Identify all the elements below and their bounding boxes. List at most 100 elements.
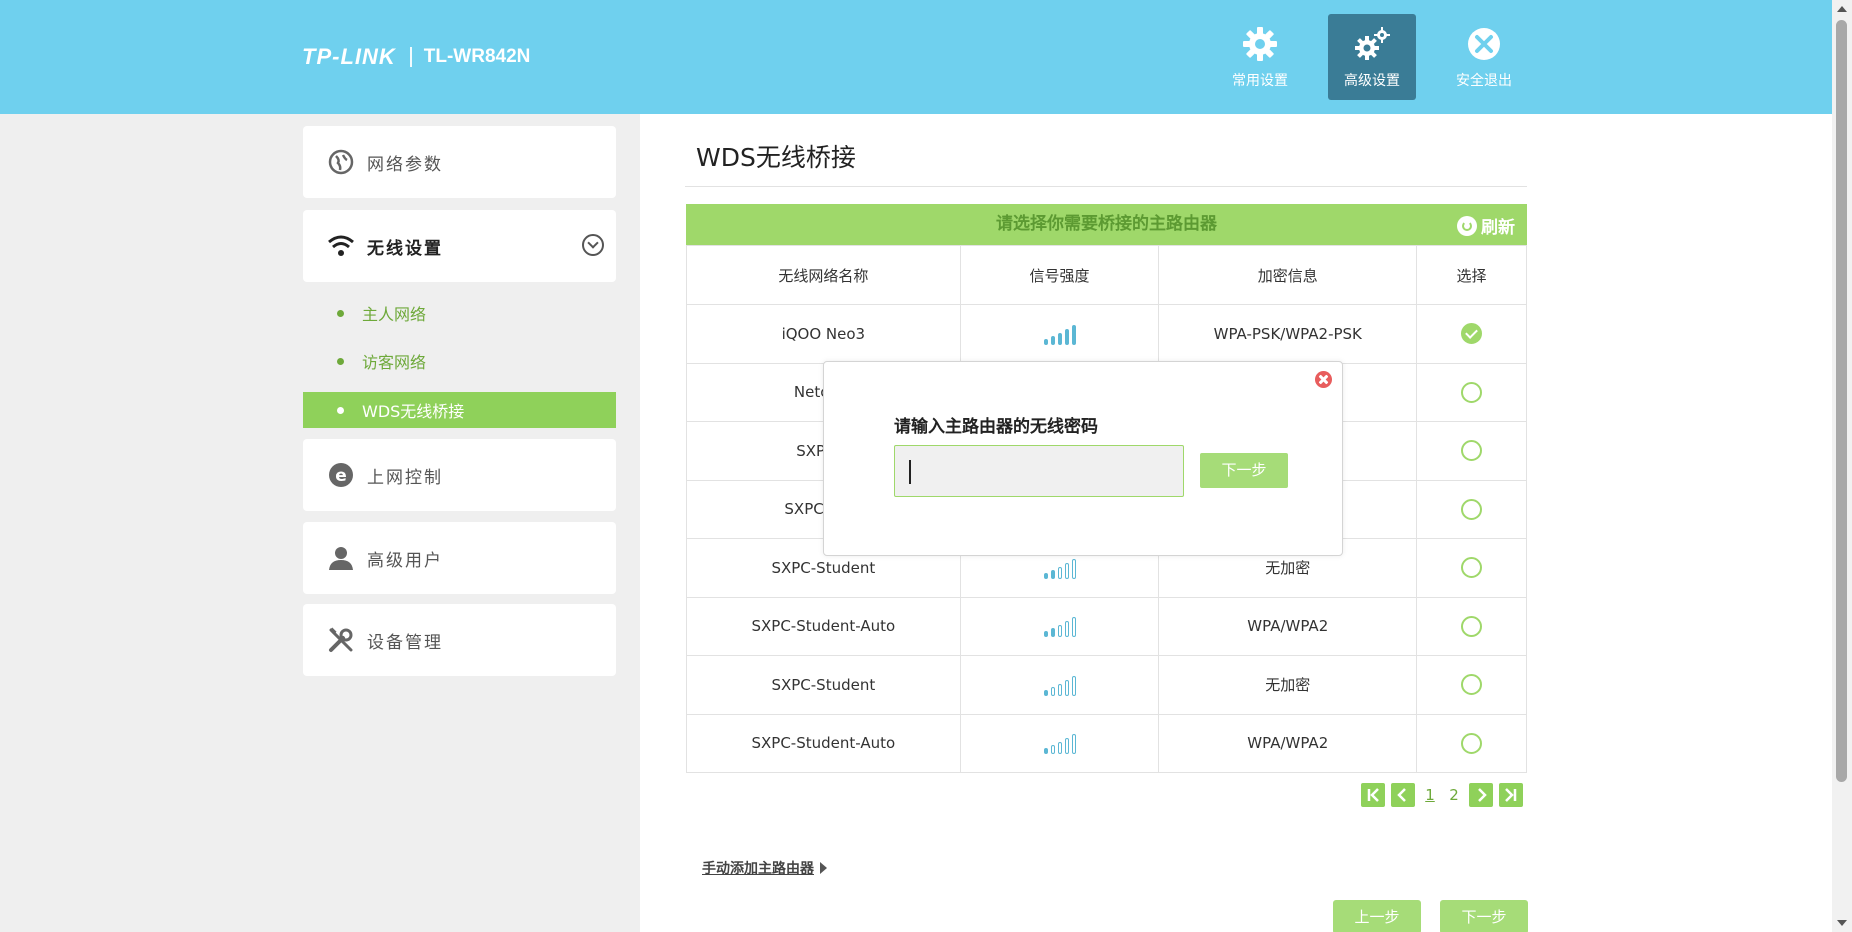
sidebar-subitem-label: 访客网络 [362,353,427,372]
nav-label: 常用设置 [1232,73,1288,89]
bullet-dot [337,357,344,365]
chevron-down-icon[interactable] [582,234,604,256]
signal-bar [1043,572,1048,579]
title-divider [685,186,1527,187]
bullet-dot [337,309,344,317]
dialog-next-button[interactable]: 下一步 [1200,453,1288,488]
user-icon [327,544,355,572]
manual-add-router-link[interactable]: 手动添加主路由器 [702,858,827,878]
table-row[interactable]: SXPC-Student 无加密 [686,655,1527,715]
nav-label: 安全退出 [1456,73,1512,89]
sidebar-item-network-params[interactable]: 网络参数 [303,126,616,198]
radio-icon[interactable] [1461,615,1483,637]
signal-bar [1043,689,1048,696]
signal-strength-icon [1043,674,1076,696]
radio-icon[interactable] [1461,498,1483,520]
sidebar-item-internet-control[interactable]: e 上网控制 [303,439,616,511]
signal-bar [1064,328,1069,345]
col-header-ssid: 无线网络名称 [686,245,961,305]
signal-bar [1043,748,1048,755]
sidebar-item-label: 无线设置 [367,238,443,259]
model-name: TL-WR842N [423,46,531,67]
radio-icon[interactable] [1461,732,1483,754]
signal-bar [1043,631,1048,638]
page-number-1[interactable]: 1 [1421,786,1439,804]
ssid-cell: SXPC-Student [686,655,961,715]
signal-cell [959,713,1160,773]
sidebar-subitem-host-network[interactable]: 主人网络 [303,295,616,331]
encryption-cell: 无加密 [1158,655,1418,715]
signal-cell [959,596,1160,656]
encryption-cell: WPA/WPA2 [1158,713,1418,773]
table-header-row: 无线网络名称 信号强度 加密信息 选择 [686,245,1527,305]
pagination: 1 2 [1361,783,1523,807]
table-row[interactable]: iQOO Neo3 WPA-PSK/WPA2-PSK [686,304,1527,364]
page-scrollbar[interactable] [1832,0,1852,932]
signal-bar [1071,734,1076,755]
scroll-up-arrow-icon[interactable] [1837,6,1847,12]
ssid-cell: iQOO Neo3 [686,304,961,364]
chevron-right-icon [1478,788,1487,802]
scroll-thumb[interactable] [1836,20,1847,782]
radio-icon[interactable] [1461,381,1483,403]
encryption-cell: WPA-PSK/WPA2-PSK [1158,304,1418,364]
signal-bar [1071,324,1076,345]
signal-bar [1071,558,1076,579]
signal-bar [1064,679,1069,696]
page-number-2[interactable]: 2 [1445,786,1463,804]
nav-logout[interactable]: 安全退出 [1440,14,1528,100]
radio-icon[interactable] [1461,674,1483,696]
prev-page-button[interactable] [1391,783,1415,807]
next-page-button[interactable] [1469,783,1493,807]
signal-bar [1043,338,1048,345]
sidebar-item-wireless-settings[interactable]: 无线设置 [303,210,616,282]
close-icon[interactable] [1315,371,1332,388]
signal-bar [1064,738,1069,755]
sidebar-subitem-label: 主人网络 [362,305,427,324]
signal-bar [1057,742,1062,755]
signal-strength-icon [1043,732,1076,755]
gears-icon [1355,27,1390,60]
first-page-button[interactable] [1361,783,1385,807]
last-page-icon [1505,788,1517,802]
signal-bar [1064,562,1069,579]
sidebar-item-label: 设备管理 [367,632,443,653]
next-step-button[interactable]: 下一步 [1440,900,1528,932]
ssid-cell: SXPC-Student-Auto [686,713,961,773]
password-dialog: 请输入主路由器的无线密码 下一步 [823,361,1343,556]
sidebar-subitem-wds-bridge[interactable]: WDS无线桥接 [303,392,616,428]
nav-label: 高级设置 [1344,73,1400,89]
col-header-signal: 信号强度 [959,245,1160,305]
nav-common-settings[interactable]: 常用设置 [1216,14,1304,100]
sidebar-item-device-management[interactable]: 设备管理 [303,604,616,676]
radio-checked-icon[interactable] [1461,323,1483,345]
signal-bar [1057,625,1062,638]
signal-strength-icon [1043,615,1076,638]
sidebar-subitem-guest-network[interactable]: 访客网络 [303,343,616,379]
select-cell [1416,655,1527,715]
signal-bar [1064,621,1069,638]
signal-cell [959,655,1160,715]
refresh-button[interactable]: 刷新 [1457,213,1515,238]
table-row[interactable]: SXPC-Student-Auto WPA/WPA2 [686,713,1527,773]
previous-step-button[interactable]: 上一步 [1333,900,1421,932]
nav-advanced-settings[interactable]: 高级设置 [1328,14,1416,100]
radio-icon[interactable] [1461,440,1483,462]
select-cell [1416,538,1527,598]
sidebar-item-label: 网络参数 [367,154,443,175]
chevron-left-icon [1397,788,1406,802]
sidebar-subitem-label: WDS无线桥接 [362,402,465,421]
table-row[interactable]: SXPC-Student-Auto WPA/WPA2 [686,596,1527,656]
signal-strength-icon [1043,323,1076,345]
signal-bar [1057,566,1062,579]
signal-bar [1071,675,1076,696]
signal-bar [1050,569,1055,579]
dialog-title: 请输入主路由器的无线密码 [894,417,1098,437]
wireless-password-input[interactable] [894,445,1184,497]
scroll-down-arrow-icon[interactable] [1837,920,1847,926]
radio-icon[interactable] [1461,557,1483,579]
sidebar-item-advanced-users[interactable]: 高级用户 [303,522,616,594]
signal-bar [1050,686,1055,696]
last-page-button[interactable] [1499,783,1523,807]
gear-icon [1243,27,1277,61]
